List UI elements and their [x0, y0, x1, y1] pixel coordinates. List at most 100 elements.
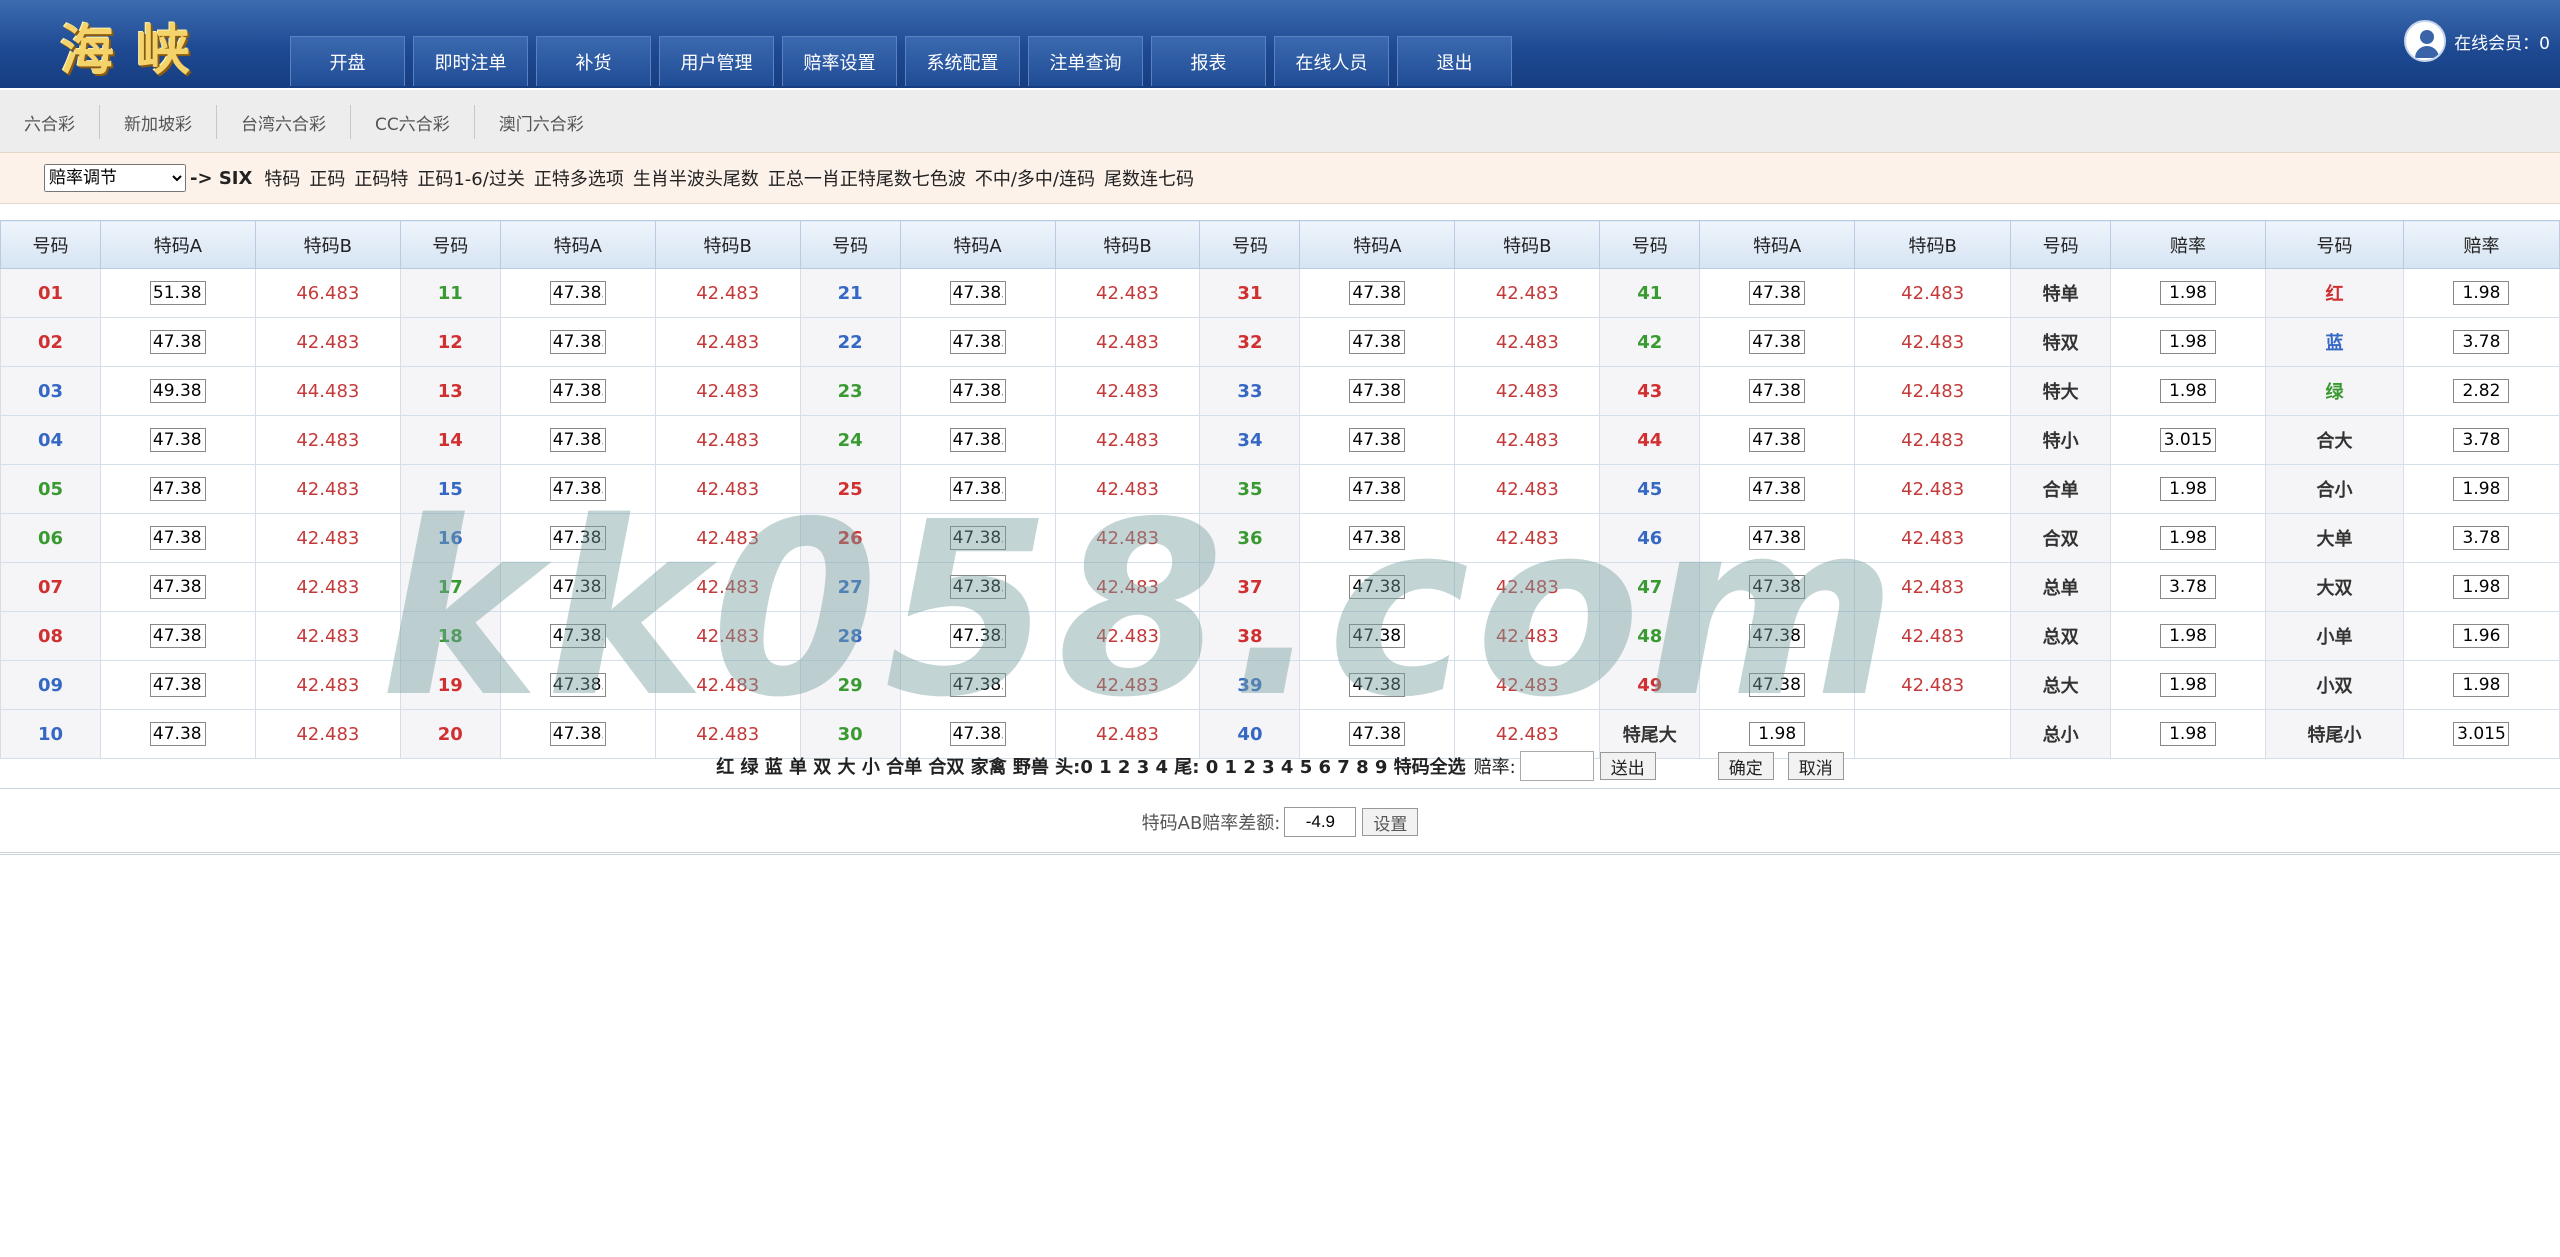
odds-a-input[interactable] — [149, 281, 206, 305]
ab-diff-input[interactable] — [1284, 807, 1357, 837]
odds-a-input[interactable] — [949, 624, 1006, 648]
odds-a-input[interactable] — [1349, 526, 1406, 550]
odds-a-input[interactable] — [949, 428, 1006, 452]
odds-a-input[interactable] — [1349, 330, 1406, 354]
odds-a-input[interactable] — [1749, 477, 1806, 501]
odds-a-input[interactable] — [1749, 526, 1806, 550]
odds-a-input[interactable] — [2160, 575, 2217, 599]
set-button[interactable]: 设置 — [1362, 808, 1419, 836]
odds-a-input[interactable] — [2160, 428, 2217, 452]
odds-a-input[interactable] — [949, 477, 1006, 501]
odds-a-input[interactable] — [2160, 477, 2217, 501]
link-zhengma[interactable]: 正码 — [309, 165, 345, 191]
odds-a-input[interactable] — [549, 526, 606, 550]
link-buzhong[interactable]: 不中/多中/连码 — [975, 165, 1095, 191]
odds-a-input[interactable] — [2453, 428, 2510, 452]
odds-a-input[interactable] — [149, 722, 206, 746]
odds-a-input[interactable] — [2453, 673, 2510, 697]
odds-a-input[interactable] — [1749, 575, 1806, 599]
nav-bet-query[interactable]: 注单查询 — [1028, 36, 1143, 86]
odds-a-input[interactable] — [2453, 379, 2510, 403]
tab-mark-six[interactable]: 六合彩 — [0, 105, 100, 139]
send-button[interactable]: 送出 — [1599, 752, 1656, 780]
nav-reports[interactable]: 报表 — [1151, 36, 1266, 86]
odds-a-input[interactable] — [149, 624, 206, 648]
link-zhengzong[interactable]: 正总一肖正特尾数七色波 — [768, 165, 966, 191]
odds-a-input[interactable] — [949, 722, 1006, 746]
tab-cc[interactable]: CC六合彩 — [351, 105, 475, 139]
nav-logout[interactable]: 退出 — [1397, 36, 1512, 86]
odds-a-input[interactable] — [2160, 722, 2217, 746]
odds-a-input[interactable] — [1349, 477, 1406, 501]
odds-a-input[interactable] — [549, 428, 606, 452]
tab-taiwan[interactable]: 台湾六合彩 — [217, 105, 351, 139]
odds-a-input[interactable] — [1749, 330, 1806, 354]
quick-select-options[interactable]: 红 绿 蓝 单 双 大 小 合单 合双 家禽 野兽 头:0 1 2 3 4 尾:… — [716, 753, 1465, 779]
odds-a-input[interactable] — [1749, 428, 1806, 452]
odds-a-input[interactable] — [549, 575, 606, 599]
confirm-button[interactable]: 确定 — [1717, 752, 1774, 780]
odds-a-input[interactable] — [2160, 281, 2217, 305]
odds-a-input[interactable] — [2160, 624, 2217, 648]
odds-a-input[interactable] — [1349, 428, 1406, 452]
link-zhengmate[interactable]: 正码特 — [354, 165, 408, 191]
link-zhengte-multi[interactable]: 正特多选项 — [534, 165, 624, 191]
odds-a-input[interactable] — [2160, 379, 2217, 403]
odds-a-input[interactable] — [2453, 330, 2510, 354]
link-zhengma-1-6[interactable]: 正码1-6/过关 — [417, 165, 524, 191]
odds-a-input[interactable] — [549, 477, 606, 501]
odds-a-input[interactable] — [1349, 379, 1406, 403]
cancel-button[interactable]: 取消 — [1787, 752, 1844, 780]
nav-online-users[interactable]: 在线人员 — [1274, 36, 1389, 86]
link-tema[interactable]: 特码 — [264, 165, 300, 191]
odds-a-input[interactable] — [949, 379, 1006, 403]
odds-a-input[interactable] — [1349, 281, 1406, 305]
odds-a-input[interactable] — [1349, 624, 1406, 648]
odds-a-input[interactable] — [2453, 281, 2510, 305]
nav-system-config[interactable]: 系统配置 — [905, 36, 1020, 86]
odds-a-input[interactable] — [949, 330, 1006, 354]
odds-a-input[interactable] — [2160, 526, 2217, 550]
odds-a-input[interactable] — [149, 477, 206, 501]
mode-select[interactable]: 赔率调节 — [44, 164, 186, 192]
link-shengxiao[interactable]: 生肖半波头尾数 — [633, 165, 759, 191]
tab-macau[interactable]: 澳门六合彩 — [475, 105, 608, 139]
nav-refill[interactable]: 补货 — [536, 36, 651, 86]
odds-a-input[interactable] — [2160, 330, 2217, 354]
odds-a-input[interactable] — [1749, 722, 1806, 746]
tab-singapore[interactable]: 新加坡彩 — [100, 105, 217, 139]
odds-a-input[interactable] — [1749, 673, 1806, 697]
odds-a-input[interactable] — [1349, 673, 1406, 697]
odds-a-input[interactable] — [549, 379, 606, 403]
odds-a-input[interactable] — [949, 575, 1006, 599]
odds-a-input[interactable] — [549, 722, 606, 746]
nav-open[interactable]: 开盘 — [290, 36, 405, 86]
odds-a-input[interactable] — [549, 281, 606, 305]
nav-odds-settings[interactable]: 赔率设置 — [782, 36, 897, 86]
odds-a-input[interactable] — [949, 526, 1006, 550]
odds-a-input[interactable] — [949, 673, 1006, 697]
odds-input[interactable] — [1519, 751, 1594, 781]
nav-live-bets[interactable]: 即时注单 — [413, 36, 528, 86]
odds-a-input[interactable] — [2453, 575, 2510, 599]
link-weishu[interactable]: 尾数连七码 — [1104, 165, 1194, 191]
odds-a-input[interactable] — [1349, 722, 1406, 746]
odds-a-input[interactable] — [2453, 477, 2510, 501]
odds-a-input[interactable] — [1749, 624, 1806, 648]
odds-a-input[interactable] — [2453, 624, 2510, 648]
odds-a-input[interactable] — [149, 330, 206, 354]
odds-a-input[interactable] — [149, 575, 206, 599]
odds-a-input[interactable] — [149, 428, 206, 452]
odds-a-input[interactable] — [549, 330, 606, 354]
odds-a-input[interactable] — [2453, 526, 2510, 550]
odds-a-input[interactable] — [549, 673, 606, 697]
odds-a-input[interactable] — [149, 379, 206, 403]
odds-a-input[interactable] — [1749, 281, 1806, 305]
nav-user-management[interactable]: 用户管理 — [659, 36, 774, 86]
odds-a-input[interactable] — [949, 281, 1006, 305]
odds-a-input[interactable] — [1749, 379, 1806, 403]
odds-a-input[interactable] — [2453, 722, 2510, 746]
odds-a-input[interactable] — [149, 673, 206, 697]
odds-a-input[interactable] — [1349, 575, 1406, 599]
odds-a-input[interactable] — [549, 624, 606, 648]
